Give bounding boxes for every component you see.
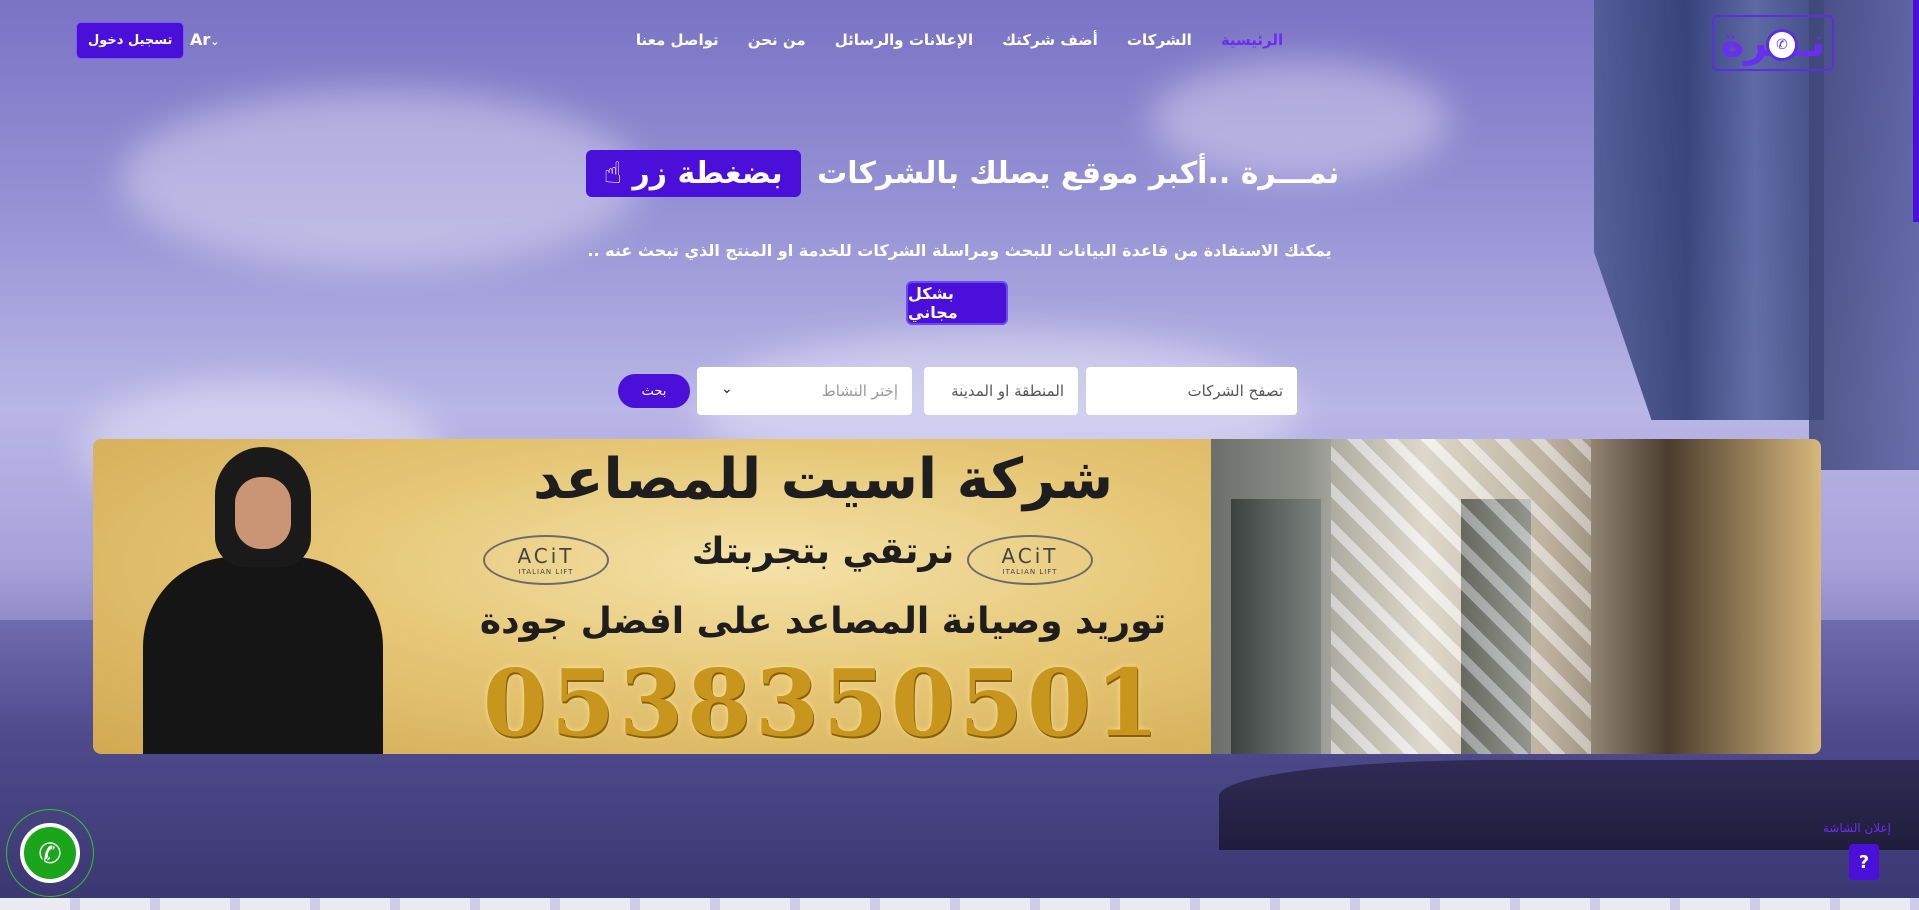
hero-title-pill: بضغطة زر ☝ (585, 150, 801, 197)
nav-add-company[interactable]: أضف شركتك (1002, 31, 1098, 49)
whatsapp-float-button[interactable]: ✆ (20, 823, 80, 883)
top-navbar: نـــرة ✆ الرئيسية الشركات أضف شركتك الإع… (0, 0, 1919, 84)
nav-companies[interactable]: الشركات (1127, 31, 1192, 49)
hero-subtitle: يمكنك الاستفادة من قاعدة البيانات للبحث … (587, 241, 1332, 260)
help-label: إعلان الشاشة (1822, 821, 1891, 835)
banner-phone: 0538350501 (482, 649, 1164, 754)
hero-title: نمـــرة ..أكبر موقع يصلك بالشركات بضغطة … (0, 150, 1919, 197)
elevator-lobby-image (1211, 439, 1821, 754)
region-placeholder: المنطقة او المدينة (951, 382, 1064, 400)
banner-service: توريد وصيانة المصاعد على افضل جودة (479, 601, 1167, 642)
banner-title: شركة اسيت للمصاعد (532, 447, 1114, 512)
nav-home[interactable]: الرئيسية (1221, 31, 1283, 49)
nav-about[interactable]: من نحن (748, 31, 806, 49)
chevron-down-icon: ⌄ (210, 35, 220, 48)
companies-placeholder: تصفح الشركات (1187, 382, 1283, 400)
pointer-hand-icon: ☝ (603, 156, 623, 191)
search-button[interactable]: بحث (618, 374, 690, 408)
agent-image (143, 447, 383, 754)
hero-title-text: نمـــرة ..أكبر موقع يصلك بالشركات (817, 156, 1340, 191)
nav-contact[interactable]: تواصل معنا (636, 31, 719, 49)
language-label: Ar (190, 30, 211, 49)
chevron-down-icon: ⌄ (721, 381, 733, 397)
banner-tagline: نرتقي بتجربتك (691, 531, 955, 572)
companies-search-input[interactable]: تصفح الشركات (1086, 367, 1297, 415)
nav-ads-messages[interactable]: الإعلانات والرسائل (835, 31, 973, 49)
language-selector[interactable]: Ar⌄ (190, 30, 220, 49)
help-button[interactable]: ? (1849, 844, 1879, 880)
whatsapp-icon: ✆ (38, 836, 62, 870)
login-button[interactable]: تسجيل دخول (76, 22, 185, 59)
ad-banner[interactable]: شركة اسيت للمصاعد ACiT ITALIAN LIFT ACiT… (93, 439, 1821, 754)
hero-pill-text: بضغطة زر (632, 156, 783, 191)
activity-placeholder: إختر النشاط (821, 382, 898, 400)
main-menu: الرئيسية الشركات أضف شركتك الإعلانات وال… (0, 30, 1919, 49)
region-input[interactable]: المنطقة او المدينة (924, 367, 1078, 415)
free-button[interactable]: بشكل مجاني (906, 281, 1008, 325)
bottom-strip (0, 898, 1919, 910)
activity-select[interactable]: إختر النشاط ⌄ (697, 367, 912, 415)
question-icon: ? (1858, 851, 1870, 873)
